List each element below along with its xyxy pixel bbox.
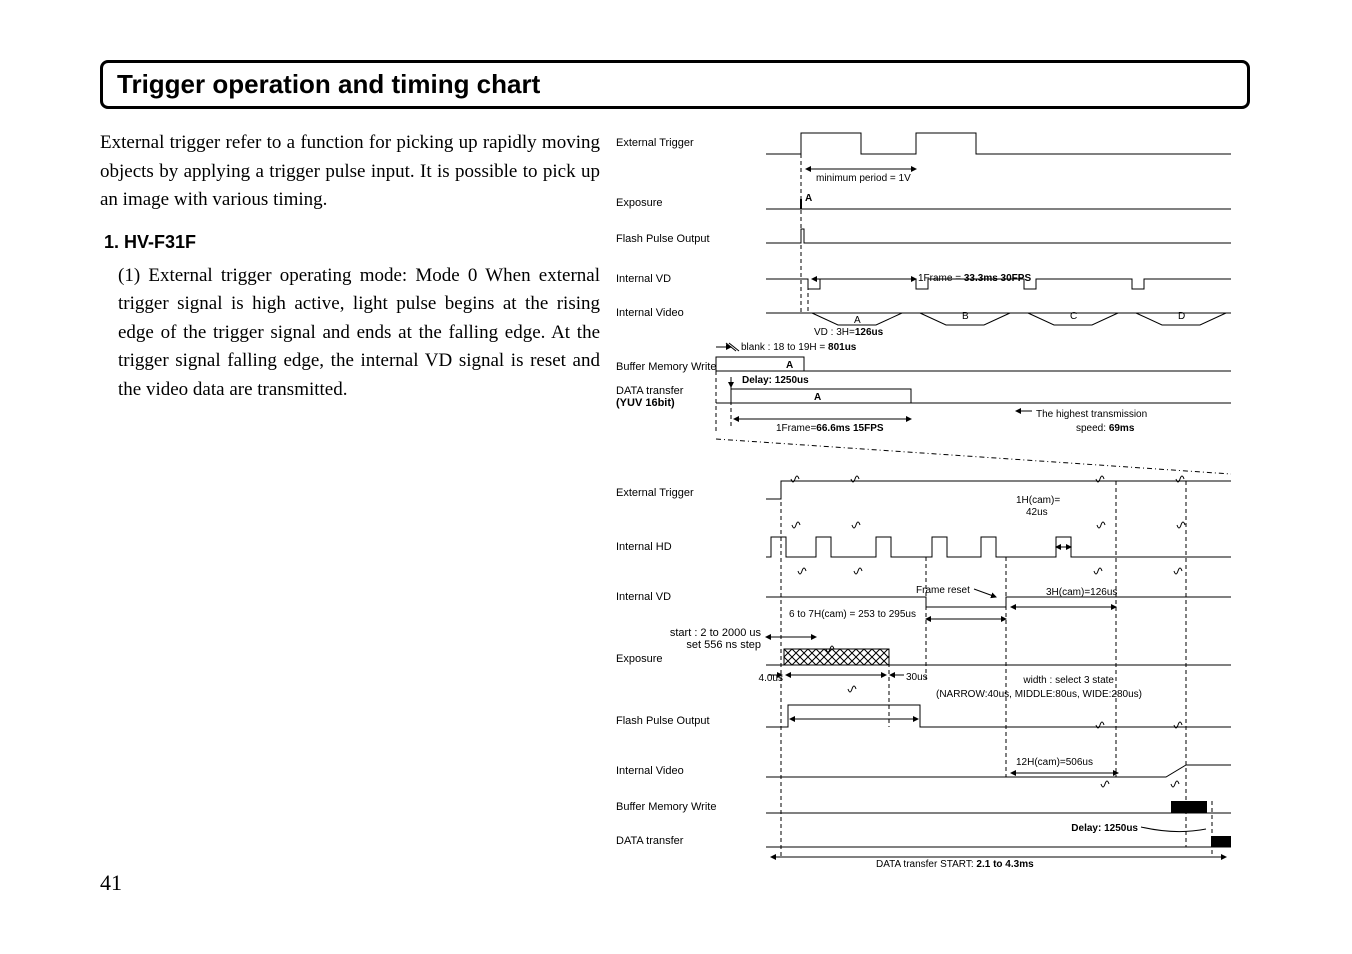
break-marks (791, 476, 1185, 787)
txt-30us: 30us (906, 672, 928, 683)
txt-vd3h: VD : 3H=126us (814, 327, 884, 338)
txt-vD: D (1178, 311, 1185, 322)
txt-highest1: The highest transmission (1036, 409, 1147, 420)
txt-67h: 6 to 7H(cam) = 253 to 295us (789, 609, 916, 620)
txt-12h: 12H(cam)=506us (1016, 757, 1093, 768)
txt-delay2: Delay: 1250us (1071, 823, 1138, 834)
txt-width2: (NARROW:40us, MIDDLE:80us, WIDE:280us) (936, 689, 1142, 700)
txt-minperiod: minimum period = 1V (816, 173, 911, 184)
timing-diagram: External Trigger Exposure Flash Pulse Ou… (616, 129, 1250, 869)
txt-delay: Delay: 1250us (742, 375, 809, 386)
txt-vB: B (962, 311, 969, 322)
txt-blank: blank : 18 to 19H = 801us (741, 342, 857, 353)
txt-3h: 3H(cam)=126us (1046, 587, 1117, 598)
txt-dtA2: A (1216, 837, 1223, 848)
txt-dtA: A (814, 392, 821, 403)
txt-dtstart: DATA transfer START: 2.1 to 4.3ms (876, 859, 1034, 869)
txt-bufA2: A (1186, 803, 1193, 814)
txt-vC: C (1070, 311, 1077, 322)
txt-highest2: speed: 69ms (1076, 423, 1135, 434)
txt-framereset: Frame reset (916, 585, 970, 596)
txt-width1: width : select 3 state (1022, 675, 1114, 686)
txt-frame-lbl: 1Frame = 33.3ms 30FPS (918, 273, 1031, 284)
intro-paragraph: External trigger refer to a function for… (100, 129, 600, 215)
txt-vA: A (854, 315, 861, 326)
page-title: Trigger operation and timing chart (117, 69, 1233, 100)
txt-1frame2: 1Frame=66.6ms 15FPS (776, 423, 884, 434)
page-number: 41 (100, 870, 122, 896)
txt-hcam2: 42us (1026, 507, 1048, 518)
txt-hcam1: 1H(cam)= (1016, 495, 1060, 506)
txt-expA: A (805, 193, 812, 204)
title-box: Trigger operation and timing chart (100, 60, 1250, 109)
left-column: External trigger refer to a function for… (100, 129, 600, 869)
subsection-paragraph: (1) External trigger operating mode: Mod… (118, 262, 600, 405)
section-heading: 1. HV-F31F (104, 229, 600, 256)
txt-bufA: A (786, 360, 793, 371)
